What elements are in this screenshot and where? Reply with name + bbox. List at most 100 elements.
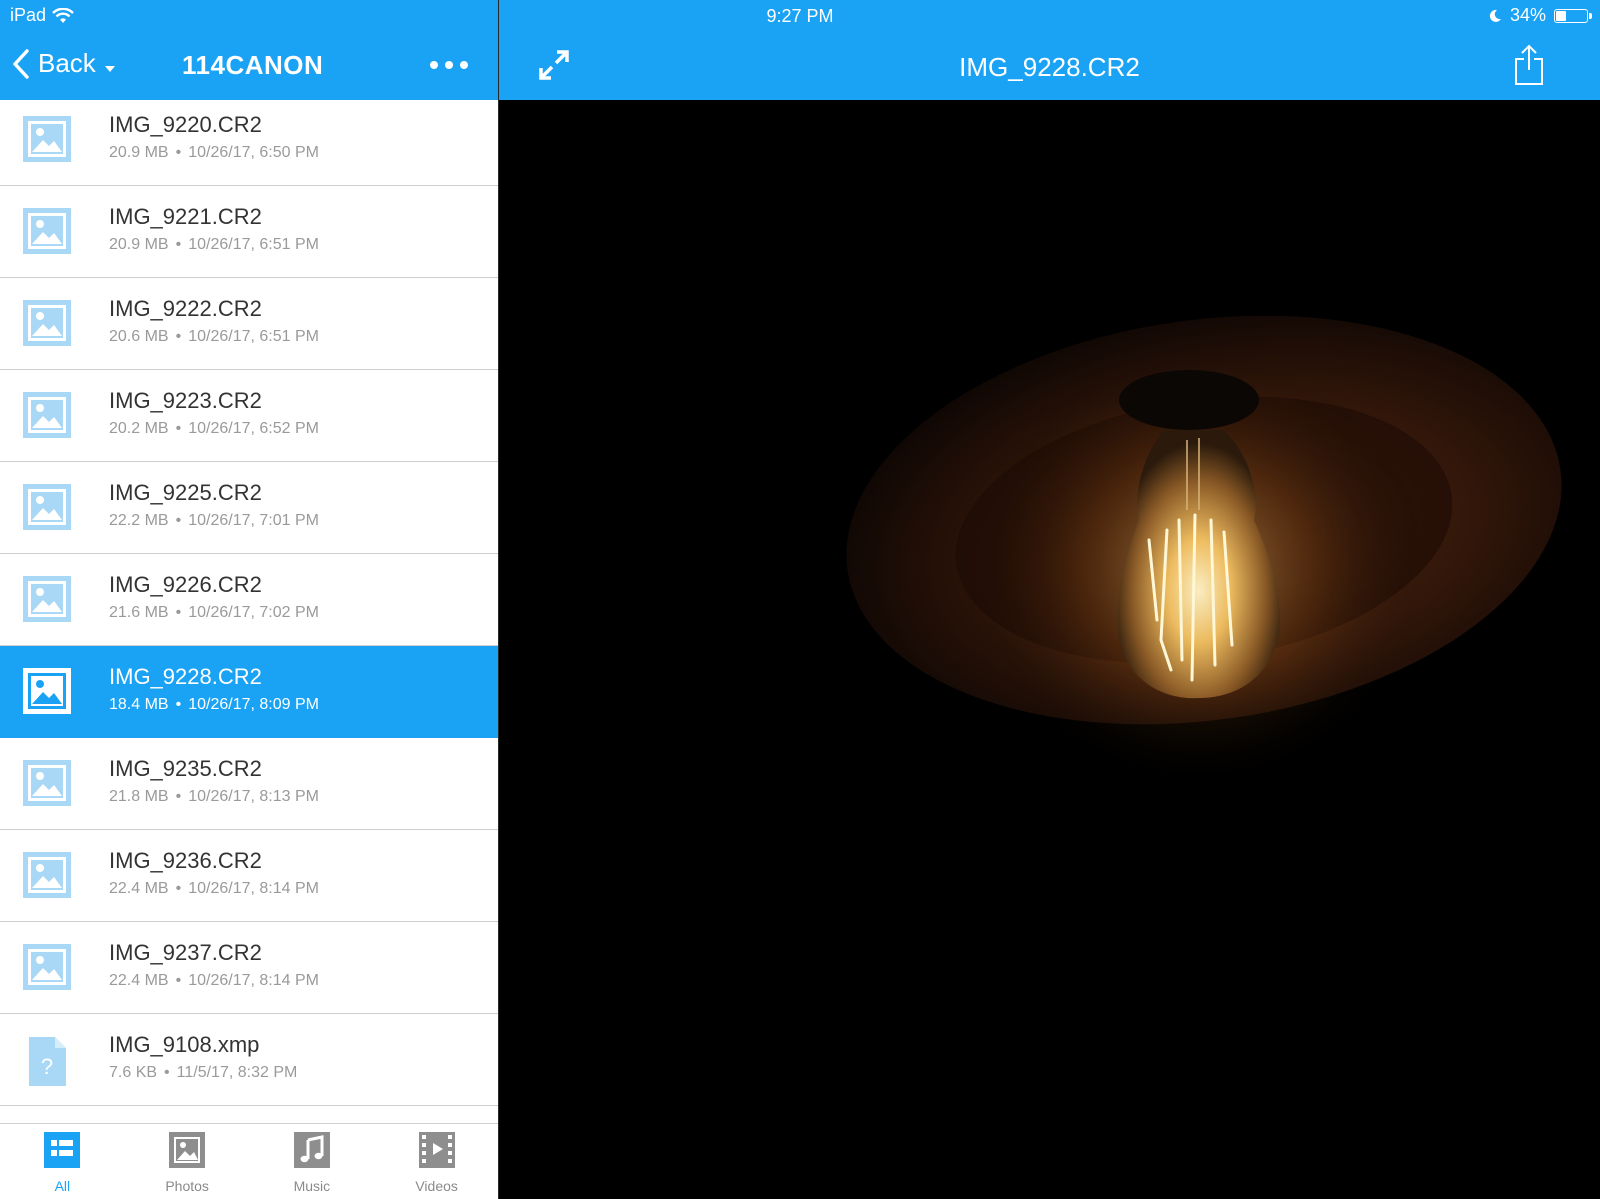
file-meta: 20.2 MB • 10/26/17, 6:52 PM <box>109 420 319 438</box>
file-name: IMG_9223.CR2 <box>109 388 262 413</box>
file-date: 10/26/17, 6:51 PM <box>188 236 319 253</box>
file-row[interactable]: IMG_9237.CR2 22.4 MB • 10/26/17, 8:14 PM <box>0 922 498 1014</box>
file-size: 22.4 MB <box>109 972 169 989</box>
image-viewer-pane: IMG_9228.CR2 <box>499 0 1600 1199</box>
file-date: 11/5/17, 8:32 PM <box>176 1064 298 1081</box>
tab-photos[interactable]: Photos <box>125 1124 250 1199</box>
image-file-icon <box>23 484 71 530</box>
caret-down-icon <box>104 65 115 72</box>
file-date: 10/26/17, 7:02 PM <box>188 604 319 621</box>
status-bar: iPad 9:27 PM 34% <box>0 0 1600 32</box>
file-list: IMG_9220.CR2 20.9 MB • 10/26/17, 6:50 PM IMG… <box>0 100 498 1123</box>
battery-icon <box>1554 8 1592 23</box>
file-browser-pane: Back 114CANON IMG_9220.CR2 20.9 MB • 10/26/… <box>0 0 499 1199</box>
unknown-file-icon: ? <box>29 1037 66 1086</box>
more-dot-icon <box>460 61 468 69</box>
file-row[interactable]: IMG_9236.CR2 22.4 MB • 10/26/17, 8:14 PM <box>0 830 498 922</box>
file-name: IMG_9220.CR2 <box>109 112 262 137</box>
file-meta: 21.6 MB • 10/26/17, 7:02 PM <box>109 604 319 622</box>
file-date: 10/26/17, 8:14 PM <box>188 880 319 897</box>
image-file-icon <box>23 944 71 990</box>
status-right: 34% <box>1488 5 1592 26</box>
all-icon <box>44 1132 81 1168</box>
file-size: 21.8 MB <box>109 788 169 805</box>
share-icon[interactable] <box>1512 44 1546 86</box>
file-name: IMG_9225.CR2 <box>109 480 262 505</box>
separator-dot: • <box>175 236 182 253</box>
chevron-left-icon <box>13 48 29 79</box>
file-meta: 18.4 MB • 10/26/17, 8:09 PM <box>109 696 319 714</box>
file-meta: 22.4 MB • 10/26/17, 8:14 PM <box>109 972 319 990</box>
photo-preview[interactable] <box>499 100 1600 1199</box>
more-options-button[interactable] <box>430 52 474 78</box>
separator-dot: • <box>175 512 182 529</box>
tab-label: Music <box>293 1178 331 1194</box>
separator-dot: • <box>175 788 182 805</box>
viewer-title: IMG_9228.CR2 <box>959 52 1140 82</box>
folder-title: 114CANON <box>182 50 324 80</box>
file-row[interactable]: IMG_9221.CR2 20.9 MB • 10/26/17, 6:51 PM <box>0 186 498 278</box>
file-size: 20.9 MB <box>109 236 169 253</box>
image-file-icon <box>23 208 71 254</box>
image-file-icon <box>23 668 71 714</box>
file-size: 20.9 MB <box>109 144 169 161</box>
status-time: 9:27 PM <box>766 6 834 26</box>
file-row[interactable]: IMG_9222.CR2 20.6 MB • 10/26/17, 6:51 PM <box>0 278 498 370</box>
file-row[interactable]: ? IMG_9108.xmp 7.6 KB • 11/5/17, 8:32 PM <box>0 1014 498 1106</box>
image-file-icon <box>23 116 71 162</box>
tab-label: Photos <box>165 1178 209 1194</box>
file-meta: 20.6 MB • 10/26/17, 6:51 PM <box>109 328 319 346</box>
file-name: IMG_9222.CR2 <box>109 296 262 321</box>
battery-percent: 34% <box>1509 5 1546 25</box>
file-date: 10/26/17, 6:52 PM <box>188 420 319 437</box>
file-meta: 20.9 MB • 10/26/17, 6:51 PM <box>109 236 319 254</box>
file-name: IMG_9237.CR2 <box>109 940 262 965</box>
more-dot-icon <box>445 61 453 69</box>
file-size: 7.6 KB <box>109 1064 158 1081</box>
tab-music[interactable]: Music <box>250 1124 375 1199</box>
file-name: IMG_9221.CR2 <box>109 204 262 229</box>
file-row[interactable]: IMG_9228.CR2 18.4 MB • 10/26/17, 8:09 PM <box>0 646 498 738</box>
back-label: Back <box>38 48 96 78</box>
file-row[interactable]: IMG_9225.CR2 22.2 MB • 10/26/17, 7:01 PM <box>0 462 498 554</box>
file-size: 21.6 MB <box>109 604 169 621</box>
tab-videos[interactable]: Videos <box>374 1124 498 1199</box>
file-size: 22.4 MB <box>109 880 169 897</box>
videos-icon <box>418 1132 455 1168</box>
back-button[interactable]: Back <box>12 48 116 79</box>
file-meta: 7.6 KB • 11/5/17, 8:32 PM <box>109 1064 297 1082</box>
file-row[interactable]: IMG_9223.CR2 20.2 MB • 10/26/17, 6:52 PM <box>0 370 498 462</box>
separator-dot: • <box>175 696 182 713</box>
tab-bar: All Photos Music Videos <box>0 1123 498 1199</box>
image-file-icon <box>23 300 71 346</box>
file-name: IMG_9228.CR2 <box>109 664 262 689</box>
file-date: 10/26/17, 7:01 PM <box>188 512 319 529</box>
photos-icon <box>169 1132 206 1168</box>
file-size: 20.2 MB <box>109 420 169 437</box>
image-file-icon <box>23 760 71 806</box>
file-name: IMG_9236.CR2 <box>109 848 262 873</box>
image-file-icon <box>23 852 71 898</box>
svg-text:?: ? <box>41 1054 53 1079</box>
file-date: 10/26/17, 8:14 PM <box>188 972 319 989</box>
file-date: 10/26/17, 8:09 PM <box>188 696 319 713</box>
tab-all[interactable]: All <box>0 1124 125 1199</box>
file-meta: 20.9 MB • 10/26/17, 6:50 PM <box>109 144 319 162</box>
file-size: 22.2 MB <box>109 512 169 529</box>
file-name: IMG_9108.xmp <box>109 1032 260 1057</box>
file-row[interactable]: IMG_9235.CR2 21.8 MB • 10/26/17, 8:13 PM <box>0 738 498 830</box>
file-date: 10/26/17, 8:13 PM <box>188 788 319 805</box>
file-row[interactable]: IMG_9226.CR2 21.6 MB • 10/26/17, 7:02 PM <box>0 554 498 646</box>
separator-dot: • <box>164 1064 170 1081</box>
tab-label: Videos <box>415 1178 458 1194</box>
file-meta: 21.8 MB • 10/26/17, 8:13 PM <box>109 788 319 806</box>
separator-dot: • <box>175 144 182 161</box>
file-row[interactable]: IMG_9220.CR2 20.9 MB • 10/26/17, 6:50 PM <box>0 100 498 186</box>
separator-dot: • <box>175 604 182 621</box>
file-name: IMG_9226.CR2 <box>109 572 262 597</box>
file-meta: 22.2 MB • 10/26/17, 7:01 PM <box>109 512 319 530</box>
tab-label: All <box>54 1178 71 1194</box>
file-size: 20.6 MB <box>109 328 169 345</box>
separator-dot: • <box>175 420 182 437</box>
file-meta: 22.4 MB • 10/26/17, 8:14 PM <box>109 880 319 898</box>
